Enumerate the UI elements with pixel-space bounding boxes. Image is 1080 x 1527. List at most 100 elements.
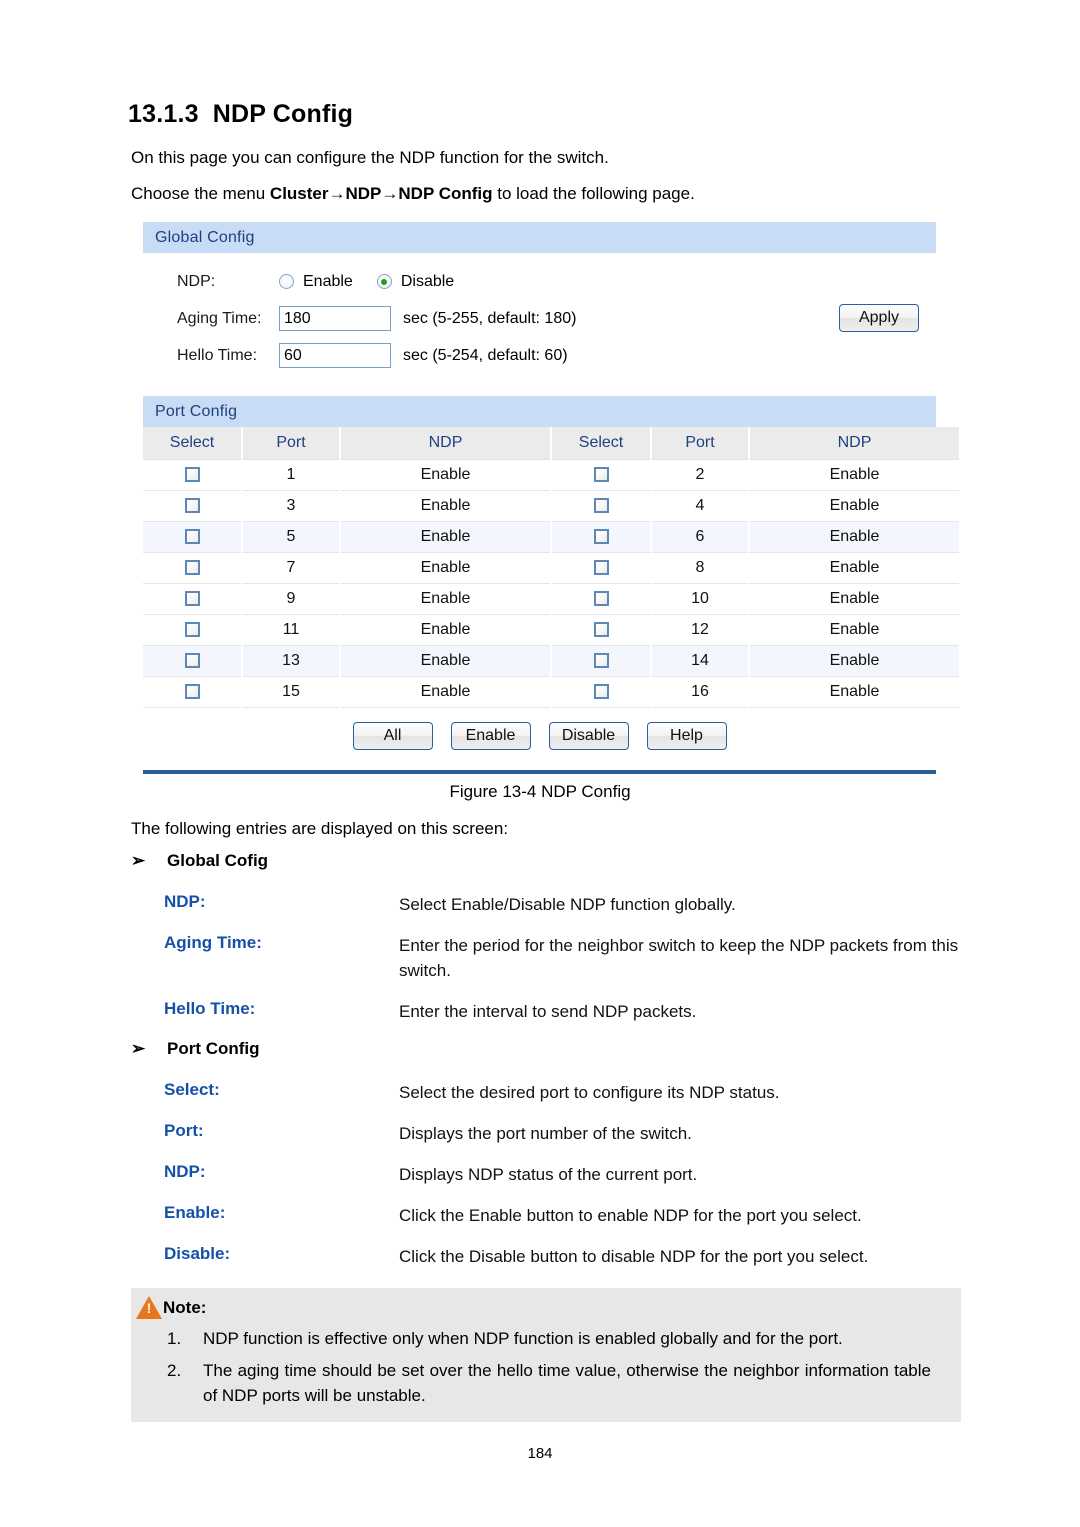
definition-term: Aging Time:	[164, 933, 262, 952]
apply-button[interactable]: Apply	[839, 304, 919, 332]
row-ndp-left: Enable	[340, 645, 552, 677]
note-item: 2. The aging time should be set over the …	[131, 1351, 961, 1408]
row-select-cell-left	[143, 490, 243, 522]
definition-description: Click the Disable button to disable NDP …	[399, 1247, 869, 1266]
row-select-cell-right	[551, 583, 652, 615]
table-row: 3 Enable 4 Enable	[143, 490, 959, 522]
checkbox-port-16[interactable]	[593, 684, 609, 700]
section-title: NDP Config	[212, 100, 354, 128]
page-number: 184	[527, 1445, 553, 1462]
row-select-cell-left	[143, 676, 243, 708]
note-item-number: 2.	[167, 1361, 182, 1380]
checkbox-port-15[interactable]	[184, 684, 200, 700]
aging-time-input[interactable]	[279, 306, 391, 331]
menu-path-ndp: NDP	[345, 184, 382, 203]
bullet-arrow-icon: ➢	[131, 851, 146, 870]
row-port-right: 14	[651, 645, 750, 677]
hello-time-label: Hello Time:	[177, 346, 258, 364]
row-port-right: 8	[651, 552, 750, 584]
radio-enable[interactable]	[279, 274, 294, 289]
row-port-left: 3	[242, 490, 341, 522]
definition-description: Select Enable/Disable NDP function globa…	[399, 895, 736, 914]
definition-group-title: ➢ Port Config	[131, 1039, 260, 1059]
menu-arrow-2: →	[381, 184, 399, 203]
row-ndp-right: Enable	[749, 459, 959, 491]
row-port-right: 2	[651, 459, 750, 491]
section-number: 13.1.3	[128, 100, 199, 128]
column-header-port-right: Port	[651, 427, 750, 460]
radio-disable[interactable]	[376, 274, 392, 289]
definition-term: Hello Time:	[164, 999, 256, 1018]
row-port-right: 12	[651, 614, 750, 646]
enable-button[interactable]: Enable	[450, 722, 531, 750]
checkbox-port-6[interactable]	[593, 529, 609, 545]
note-item-text: The aging time should be set over the he…	[203, 1361, 931, 1405]
definition-group-title: ➢ Global Cofig	[131, 851, 268, 871]
radio-enable-label[interactable]: Enable	[303, 273, 353, 291]
disable-button[interactable]: Disable	[548, 722, 629, 750]
checkbox-port-10[interactable]	[593, 591, 609, 607]
row-select-cell-right	[551, 490, 652, 522]
checkbox-port-9[interactable]	[184, 591, 200, 607]
definition-description: Displays the port number of the switch.	[399, 1124, 692, 1143]
menu-path-suffix: to load the following page.	[492, 184, 695, 203]
checkbox-port-3[interactable]	[184, 498, 200, 514]
row-port-left: 9	[242, 583, 341, 615]
table-row: 15 Enable 16 Enable	[143, 676, 959, 708]
table-row: 5 Enable 6 Enable	[143, 521, 959, 553]
port-config-button-bar: All Enable Disable Help	[143, 708, 936, 768]
checkbox-port-7[interactable]	[184, 560, 200, 576]
checkbox-port-2[interactable]	[593, 467, 609, 483]
note-items: 1. NDP function is effective only when ND…	[131, 1319, 961, 1408]
checkbox-port-5[interactable]	[184, 529, 200, 545]
radio-disable-label[interactable]: Disable	[401, 273, 454, 291]
hello-time-hint: sec (5-254, default: 60)	[403, 346, 568, 364]
note-title: Note:	[163, 1297, 207, 1317]
row-select-cell-right	[551, 521, 652, 553]
table-row: 13 Enable 14 Enable	[143, 645, 959, 677]
row-port-right: 6	[651, 521, 750, 553]
row-ndp-right: Enable	[749, 645, 959, 677]
hello-time-input[interactable]	[279, 343, 391, 368]
page-title: 13.1.3 NDP Config	[128, 100, 353, 129]
note-item-number: 1.	[167, 1329, 182, 1348]
row-ndp-left: Enable	[340, 459, 552, 491]
select-all-button[interactable]: All	[352, 722, 433, 750]
definition-description: Enter the interval to send NDP packets.	[399, 1002, 697, 1021]
definition-term: Disable:	[164, 1244, 231, 1263]
warning-triangle-icon	[136, 1296, 162, 1319]
checkbox-port-13[interactable]	[184, 653, 200, 669]
checkbox-port-8[interactable]	[593, 560, 609, 576]
row-select-cell-right	[551, 676, 652, 708]
row-port-right: 4	[651, 490, 750, 522]
table-row: 11 Enable 12 Enable	[143, 614, 959, 646]
figure-caption: Figure 13-4 NDP Config	[449, 782, 631, 801]
row-ndp-right: Enable	[749, 676, 959, 708]
table-header-row: Select Port NDP Select Port NDP	[143, 427, 959, 460]
checkbox-port-1[interactable]	[184, 467, 200, 483]
bullet-arrow-icon: ➢	[131, 1039, 146, 1058]
table-row: 7 Enable 8 Enable	[143, 552, 959, 584]
help-button[interactable]: Help	[646, 722, 727, 750]
group-title-text: Global Cofig	[167, 851, 269, 870]
row-port-left: 13	[242, 645, 341, 677]
row-select-cell-left	[143, 583, 243, 615]
column-header-ndp-left: NDP	[340, 427, 552, 460]
checkbox-port-11[interactable]	[184, 622, 200, 638]
checkbox-port-12[interactable]	[593, 622, 609, 638]
row-port-right: 16	[651, 676, 750, 708]
row-select-cell-right	[551, 552, 652, 584]
row-select-cell-right	[551, 614, 652, 646]
checkbox-port-4[interactable]	[593, 498, 609, 514]
definition-term: NDP:	[164, 892, 206, 911]
global-config-panel-header: Global Config	[143, 222, 936, 253]
port-config-table: Select Port NDP Select Port NDP 1 Enable 2…	[143, 427, 959, 708]
checkbox-port-14[interactable]	[593, 653, 609, 669]
row-port-left: 5	[242, 521, 341, 553]
note-item-text: NDP function is effective only when NDP …	[203, 1329, 843, 1348]
table-row: 1 Enable 2 Enable	[143, 459, 959, 491]
ndp-row: NDP: Enable Disable	[143, 263, 936, 300]
group-title-text: Port Config	[167, 1039, 260, 1058]
definition-term: Port:	[164, 1121, 204, 1140]
definition-description: Select the desired port to configure its…	[399, 1083, 780, 1102]
